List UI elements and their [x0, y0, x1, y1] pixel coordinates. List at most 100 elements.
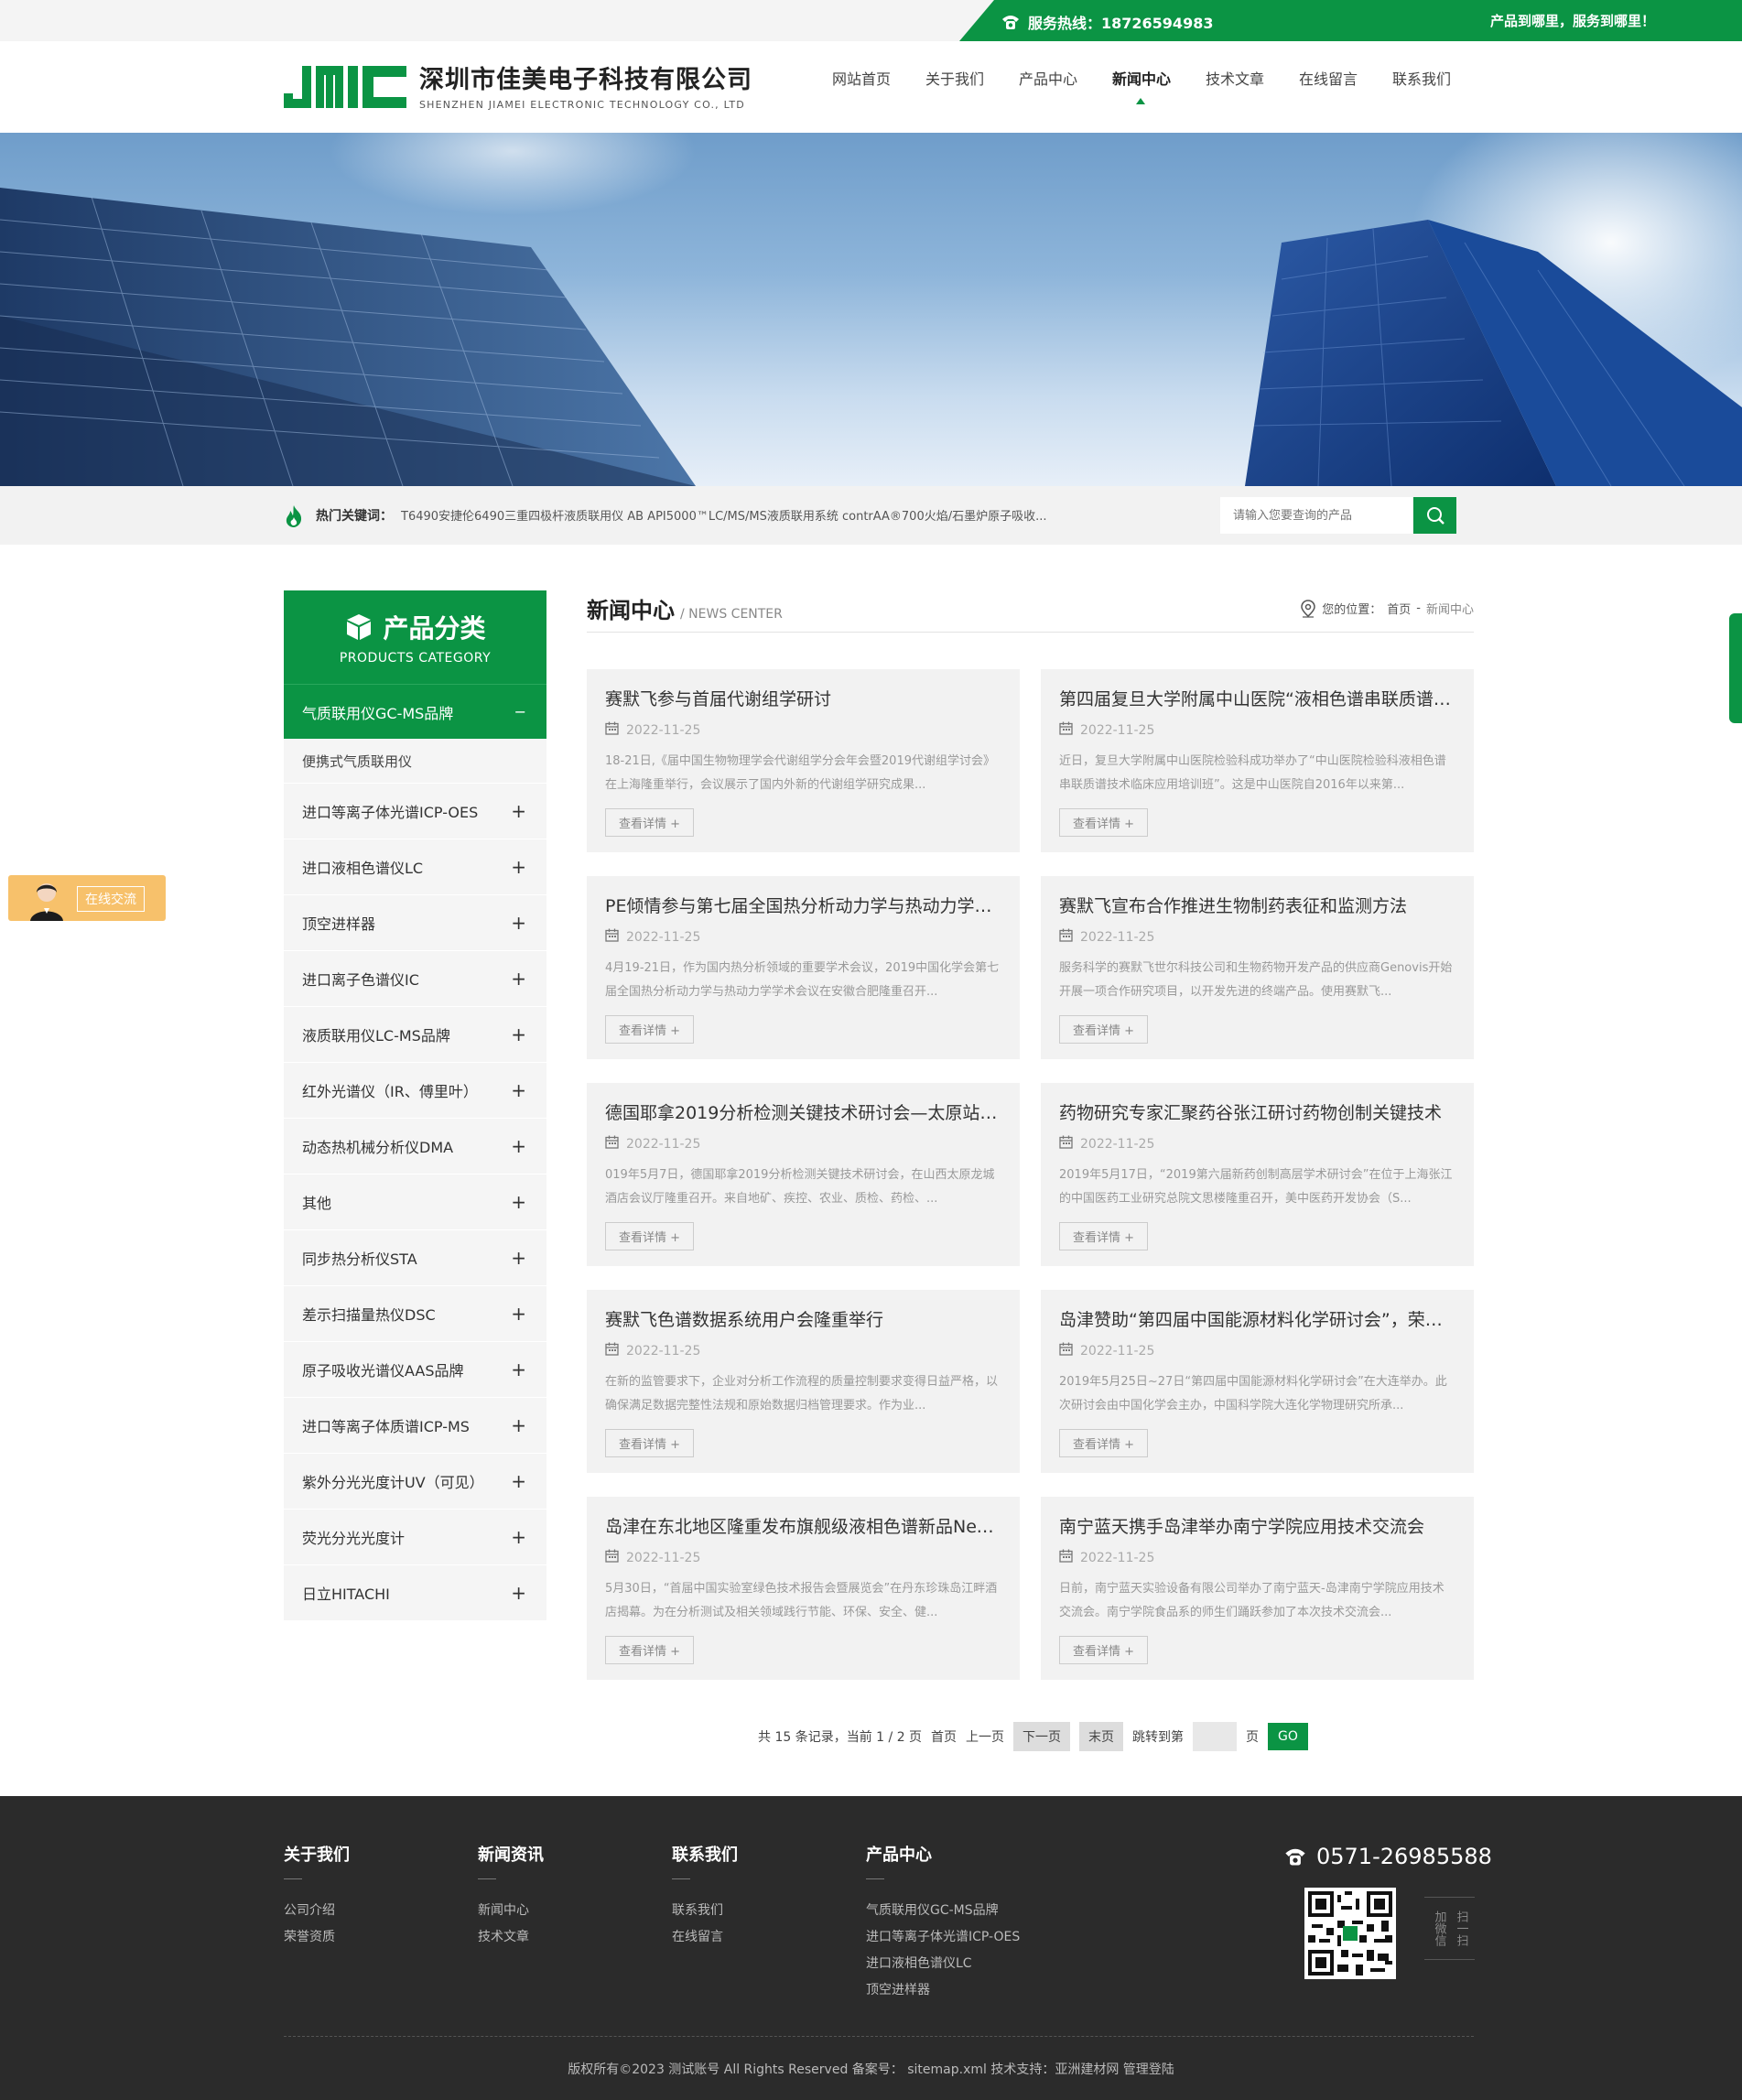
pagination-last[interactable]: 末页 [1079, 1722, 1124, 1751]
expand-plus-icon[interactable]: + [511, 1582, 526, 1604]
sidebar-item[interactable]: 动态热机械分析仪DMA + [284, 1119, 546, 1174]
sidebar-item[interactable]: 同步热分析仪STA + [284, 1230, 546, 1286]
news-card[interactable]: 药物研究专家汇聚药谷张江研讨药物创制关键技术 2022-11-25 2019年5月1… [1041, 1083, 1474, 1266]
nav-item[interactable]: 网站首页 [815, 67, 908, 92]
view-details-button[interactable]: 查看详情 + [605, 808, 695, 837]
hot-keywords[interactable]: T6490安捷伦6490三重四极杆液质联用仪 AB API5000™LC/MS/… [401, 506, 1078, 524]
sidebar-item[interactable]: 进口离子色谱仪IC + [284, 951, 546, 1007]
sidebar-item[interactable]: 进口等离子体质谱ICP-MS + [284, 1398, 546, 1454]
pagination-first[interactable]: 首页 [931, 1727, 957, 1746]
search-bar: 热门关键词： T6490安捷伦6490三重四极杆液质联用仪 AB API5000… [0, 486, 1742, 545]
pagination-next[interactable]: 下一页 [1013, 1722, 1071, 1751]
page-number-input[interactable] [1193, 1722, 1238, 1751]
expand-plus-icon[interactable]: + [511, 856, 526, 878]
sidebar-item[interactable]: 紫外分光光度计UV（可见） + [284, 1454, 546, 1510]
sidebar-item[interactable]: 原子吸收光谱仪AAS品牌 + [284, 1342, 546, 1398]
footer-link[interactable]: 气质联用仪GC-MS品牌 [866, 1898, 1020, 1924]
expand-plus-icon[interactable]: + [511, 968, 526, 990]
breadcrumb-home[interactable]: 首页 [1387, 600, 1411, 617]
news-card[interactable]: 德国耶拿2019分析检测关键技术研讨会—太原站成... 2022-11-25 019… [587, 1083, 1020, 1266]
news-title[interactable]: 赛默飞宣布合作推进生物制药表征和监测方法 [1059, 893, 1455, 917]
expand-plus-icon[interactable]: + [511, 1414, 526, 1436]
view-details-button[interactable]: 查看详情 + [605, 1222, 695, 1250]
view-details-button[interactable]: 查看详情 + [1059, 1429, 1149, 1457]
pagination-prev[interactable]: 上一页 [966, 1727, 1004, 1746]
sidebar-item-label: 进口液相色谱仪LC [302, 860, 424, 877]
news-title[interactable]: 赛默飞参与首届代谢组学研讨 [605, 686, 1001, 710]
news-title[interactable]: 岛津赞助“第四届中国能源材料化学研讨会”，荣获科... [1059, 1306, 1455, 1331]
nav-item[interactable]: 联系我们 [1375, 67, 1468, 92]
view-details-button[interactable]: 查看详情 + [1059, 1015, 1149, 1044]
news-date-row: 2022-11-25 [1059, 721, 1455, 739]
news-date-row: 2022-11-25 [605, 1135, 1001, 1153]
footer-link[interactable]: 新闻中心 [478, 1898, 544, 1924]
nav-item[interactable]: 关于我们 [908, 67, 1001, 92]
news-card[interactable]: 赛默飞宣布合作推进生物制药表征和监测方法 2022-11-25 服务科学的赛默飞世尔… [1041, 876, 1474, 1059]
nav-item[interactable]: 产品中心 [1001, 67, 1095, 92]
expand-plus-icon[interactable]: + [511, 1023, 526, 1045]
footer-link[interactable]: 联系我们 [672, 1898, 738, 1924]
sidebar-item[interactable]: 其他 + [284, 1174, 546, 1230]
search-input[interactable] [1220, 497, 1412, 534]
news-card[interactable]: 岛津在东北地区隆重发布旗舰级液相色谱新品Nexer... 2022-11-25 5月… [587, 1497, 1020, 1680]
footer-link[interactable]: 荣誉资质 [284, 1924, 350, 1951]
news-card[interactable]: 赛默飞参与首届代谢组学研讨 2022-11-25 18-21日,《届中国生物物理学会… [587, 669, 1020, 852]
news-card[interactable]: 第四届复旦大学附属中山医院“液相色谱串联质谱技术... 2022-11-25 近日，… [1041, 669, 1474, 852]
sidebar-item[interactable]: 差示扫描量热仪DSC + [284, 1286, 546, 1342]
sidebar-item[interactable]: 液质联用仪LC-MS品牌 + [284, 1007, 546, 1063]
logo[interactable]: 深圳市佳美电子科技有限公司 SHENZHEN JIAMEI ELECTRONIC… [284, 60, 752, 111]
sidebar-item-active[interactable]: 气质联用仪GC-MS品牌 − [284, 684, 546, 739]
expand-plus-icon[interactable]: + [511, 1247, 526, 1269]
online-chat-widget[interactable]: 在线交流 [8, 875, 166, 921]
sidebar-subitem[interactable]: 便携式气质联用仪 [284, 739, 546, 784]
collapse-icon[interactable]: − [514, 703, 526, 720]
news-card[interactable]: 南宁蓝天携手岛津举办南宁学院应用技术交流会 2022-11-25 日前，南宁蓝天实验… [1041, 1497, 1474, 1680]
online-chat-label[interactable]: 在线交流 [77, 886, 145, 912]
expand-plus-icon[interactable]: + [511, 1079, 526, 1101]
nav-item[interactable]: 技术文章 [1188, 67, 1282, 92]
view-details-button[interactable]: 查看详情 + [605, 1636, 695, 1664]
expand-plus-icon[interactable]: + [511, 1526, 526, 1548]
expand-plus-icon[interactable]: + [511, 800, 526, 822]
news-card[interactable]: 赛默飞色谱数据系统用户会隆重举行 2022-11-25 在新的监管要求下，企业对分析… [587, 1290, 1020, 1473]
expand-plus-icon[interactable]: + [511, 912, 526, 934]
news-title[interactable]: 南宁蓝天携手岛津举办南宁学院应用技术交流会 [1059, 1513, 1455, 1538]
sidebar-item[interactable]: 红外光谱仪（IR、傅里叶） + [284, 1063, 546, 1119]
news-title[interactable]: 岛津在东北地区隆重发布旗舰级液相色谱新品Nexer... [605, 1513, 1001, 1538]
news-card[interactable]: PE倾情参与第七届全国热分析动力学与热动力学学... 2022-11-25 4月19… [587, 876, 1020, 1059]
news-card[interactable]: 岛津赞助“第四届中国能源材料化学研讨会”，荣获科... 2022-11-25 201… [1041, 1290, 1474, 1473]
view-details-button[interactable]: 查看详情 + [605, 1015, 695, 1044]
expand-plus-icon[interactable]: + [511, 1303, 526, 1325]
right-float-tab[interactable] [1729, 613, 1742, 723]
view-details-button[interactable]: 查看详情 + [605, 1429, 695, 1457]
nav-item[interactable]: 在线留言 [1282, 67, 1375, 92]
expand-plus-icon[interactable]: + [511, 1359, 526, 1380]
sidebar-item[interactable]: 荧光分光光度计 + [284, 1510, 546, 1565]
footer-link[interactable]: 进口等离子体光谱ICP-OES [866, 1924, 1020, 1951]
expand-plus-icon[interactable]: + [511, 1191, 526, 1213]
view-details-button[interactable]: 查看详情 + [1059, 1222, 1149, 1250]
footer-link[interactable]: 技术文章 [478, 1924, 544, 1951]
go-button[interactable]: GO [1268, 1723, 1308, 1750]
expand-plus-icon[interactable]: + [511, 1470, 526, 1492]
view-details-button[interactable]: 查看详情 + [1059, 808, 1149, 837]
sidebar-item[interactable]: 日立HITACHI + [284, 1565, 546, 1621]
footer-link[interactable]: 公司介绍 [284, 1898, 350, 1924]
search-button[interactable] [1413, 497, 1456, 534]
sidebar-item[interactable]: 顶空进样器 + [284, 895, 546, 951]
news-title[interactable]: 赛默飞色谱数据系统用户会隆重举行 [605, 1306, 1001, 1331]
sidebar-item[interactable]: 进口等离子体光谱ICP-OES + [284, 784, 546, 839]
news-title[interactable]: PE倾情参与第七届全国热分析动力学与热动力学学... [605, 893, 1001, 917]
news-title[interactable]: 药物研究专家汇聚药谷张江研讨药物创制关键技术 [1059, 1099, 1455, 1124]
footer-link[interactable]: 顶空进样器 [866, 1977, 1020, 2004]
expand-plus-icon[interactable]: + [511, 1135, 526, 1157]
footer-link[interactable]: 在线留言 [672, 1924, 738, 1951]
slogan: 产品到哪里，服务到哪里！ [1490, 13, 1656, 29]
view-details-button[interactable]: 查看详情 + [1059, 1636, 1149, 1664]
footer-link[interactable]: 进口液相色谱仪LC [866, 1951, 1020, 1977]
news-title[interactable]: 德国耶拿2019分析检测关键技术研讨会—太原站成... [605, 1099, 1001, 1124]
nav-item[interactable]: 新闻中心 [1095, 67, 1188, 104]
news-title[interactable]: 第四届复旦大学附属中山医院“液相色谱串联质谱技术... [1059, 686, 1455, 710]
sidebar-item-label: 其他 [302, 1195, 332, 1212]
sidebar-item[interactable]: 进口液相色谱仪LC + [284, 839, 546, 895]
